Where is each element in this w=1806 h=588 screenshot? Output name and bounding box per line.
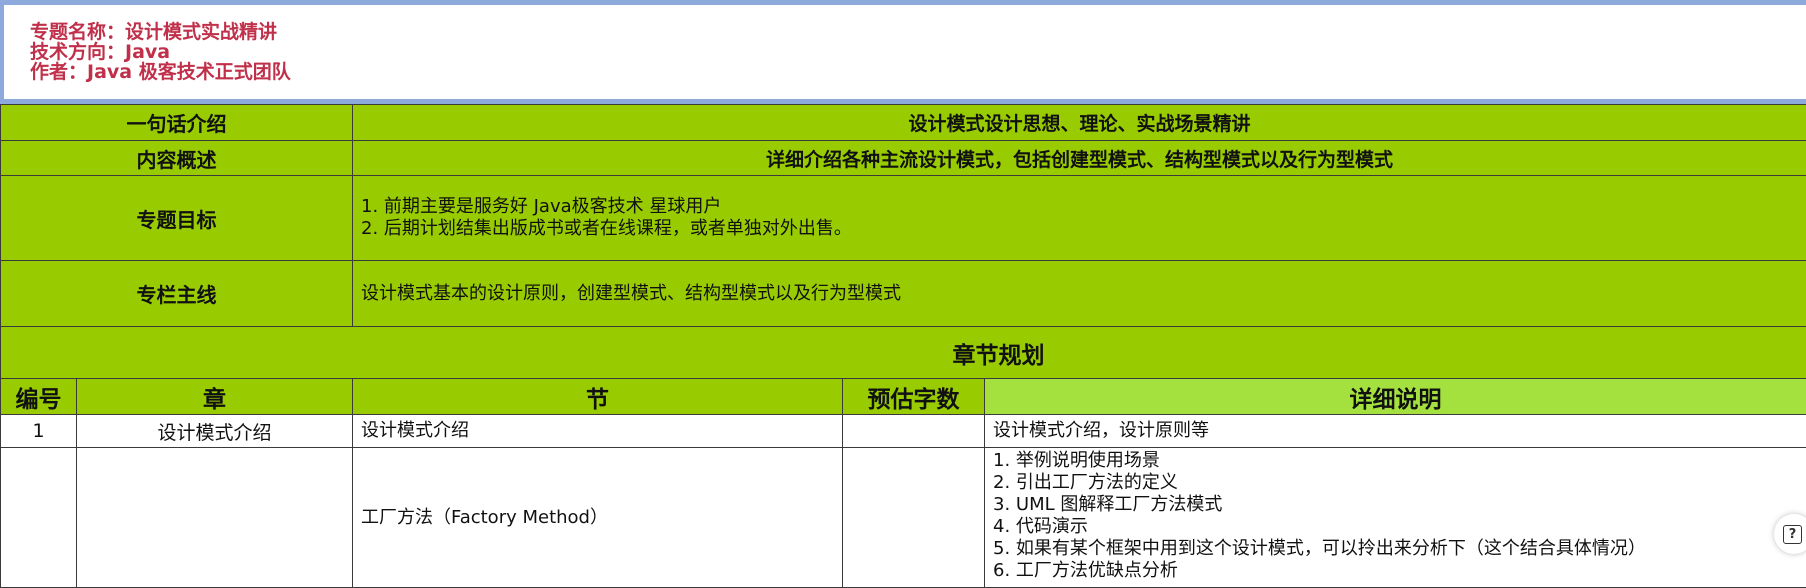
detail-line: 2. 引出工厂方法的定义: [993, 472, 1806, 494]
goals-label[interactable]: 专题目标: [1, 176, 353, 261]
goal-line: 2. 后期计划结集出版成书或者在线课程，或者单独对外出售。: [361, 218, 1806, 240]
cell-section[interactable]: 工厂方法（Factory Method）: [353, 448, 843, 588]
detail-line: 5. 如果有某个框架中用到这个设计模式，可以拎出来分析下（这个结合具体情况）: [993, 538, 1806, 560]
cell-details[interactable]: 设计模式介绍，设计原则等: [985, 415, 1806, 448]
intro-label[interactable]: 一句话介绍: [1, 105, 353, 141]
col-header-section[interactable]: 节: [353, 379, 843, 415]
goals-value[interactable]: 1. 前期主要是服务好 Java极客技术 星球用户 2. 后期计划结集出版成书或…: [353, 176, 1806, 261]
cell-details[interactable]: 1. 举例说明使用场景 2. 引出工厂方法的定义 3. UML 图解释工厂方法模…: [985, 448, 1806, 588]
overview-label[interactable]: 内容概述: [1, 141, 353, 176]
author: 作者：Java 极客技术正式团队: [30, 61, 291, 83]
cell-no[interactable]: 1: [1, 415, 77, 448]
col-header-chapter[interactable]: 章: [77, 379, 353, 415]
help-button[interactable]: ?: [1774, 514, 1806, 554]
mainline-label[interactable]: 专栏主线: [1, 261, 353, 327]
cell-words[interactable]: [843, 415, 985, 448]
section-title[interactable]: 章节规划: [1, 327, 1806, 379]
tech-direction: 技术方向：Java: [30, 41, 170, 63]
col-header-words[interactable]: 预估字数: [843, 379, 985, 415]
mainline-value[interactable]: 设计模式基本的设计原则，创建型模式、结构型模式以及行为型模式: [353, 261, 1806, 327]
detail-line: 3. UML 图解释工厂方法模式: [993, 494, 1806, 516]
goal-line: 1. 前期主要是服务好 Java极客技术 星球用户: [361, 196, 1806, 218]
intro-value[interactable]: 设计模式设计思想、理论、实战场景精讲: [353, 105, 1806, 141]
cell-words[interactable]: [843, 448, 985, 588]
detail-line: 4. 代码演示: [993, 516, 1806, 538]
col-header-details[interactable]: 详细说明: [985, 379, 1806, 415]
help-icon: ?: [1783, 525, 1802, 544]
col-header-no[interactable]: 编号: [1, 379, 77, 415]
spreadsheet-grid: 一句话介绍 设计模式设计思想、理论、实战场景精讲 内容概述 详细介绍各种主流设计…: [0, 104, 1806, 588]
topic-name: 专题名称：设计模式实战精讲: [30, 21, 277, 43]
cell-chapter[interactable]: [77, 448, 353, 588]
overview-value[interactable]: 详细介绍各种主流设计模式，包括创建型模式、结构型模式以及行为型模式: [353, 141, 1806, 176]
detail-line: 1. 举例说明使用场景: [993, 450, 1806, 472]
cell-section[interactable]: 设计模式介绍: [353, 415, 843, 448]
project-header: 专题名称：设计模式实战精讲 技术方向：Java 作者：Java 极客技术正式团队: [0, 0, 1806, 104]
cell-chapter[interactable]: 设计模式介绍: [77, 415, 353, 448]
cell-no[interactable]: [1, 448, 77, 588]
